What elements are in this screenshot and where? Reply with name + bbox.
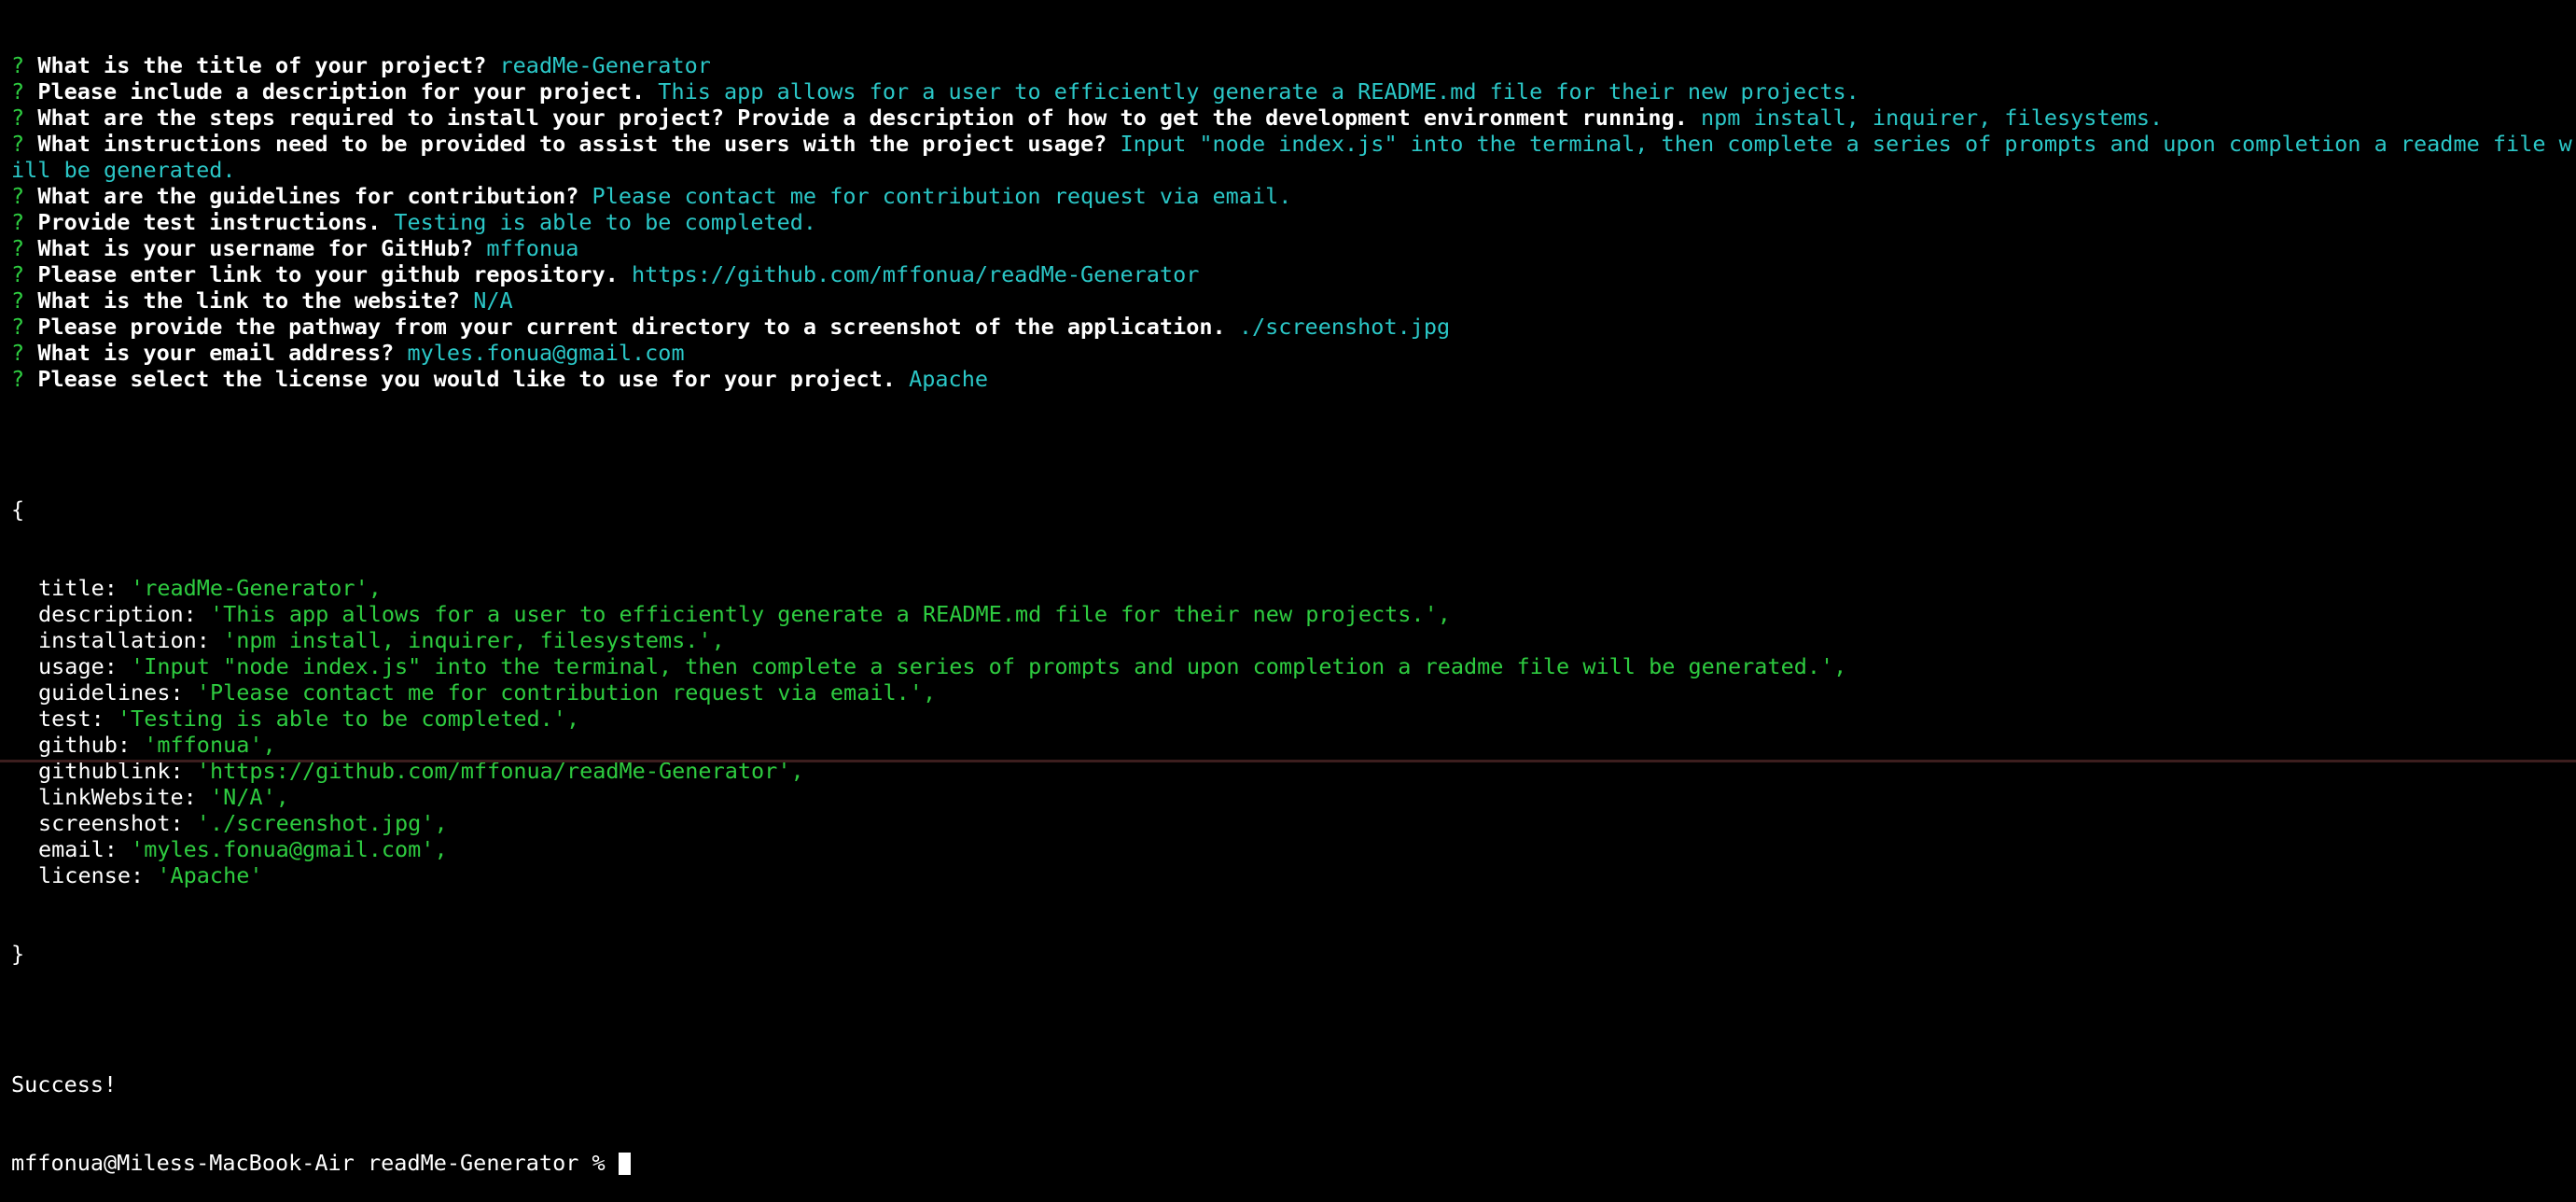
prompt-answer: ./screenshot.jpg — [1238, 314, 1451, 340]
prompt-question: Please enter link to your github reposit… — [37, 261, 619, 287]
prompt-answer: This app allows for a user to efficientl… — [658, 78, 1859, 105]
prompt-question: What are the steps required to install y… — [37, 105, 1688, 131]
prompt-line: ? What is your email address? myles.fonu… — [11, 340, 2576, 366]
object-key: description: — [38, 601, 197, 627]
object-key: github: — [38, 732, 132, 758]
object-fields: title: 'readMe-Generator', description: '… — [11, 575, 2576, 888]
question-mark-icon: ? — [11, 52, 25, 78]
object-key: title: — [38, 575, 118, 601]
prompt-answer: N/A — [473, 287, 513, 314]
question-mark-icon: ? — [11, 183, 25, 209]
prompt-line: ? Please enter link to your github repos… — [11, 261, 2576, 287]
object-value: 'myles.fonua@gmail.com', — [131, 836, 448, 862]
prompt-line: ? What is the title of your project? rea… — [11, 52, 2576, 78]
prompt-question: Please include a description for your pr… — [37, 78, 646, 105]
prompt-answer: npm install, inquirer, filesystems. — [1701, 105, 2164, 131]
shell-prompt-line[interactable]: mffonua@Miless-MacBook-Air readMe-Genera… — [11, 1150, 2576, 1176]
object-key: linkWebsite: — [38, 784, 197, 810]
object-key: installation: — [38, 627, 210, 653]
object-field: test: 'Testing is able to be completed.'… — [11, 706, 2576, 732]
object-field: description: 'This app allows for a user… — [11, 601, 2576, 627]
object-field: installation: 'npm install, inquirer, fi… — [11, 627, 2576, 653]
prompt-line: ? Please select the license you would li… — [11, 366, 2576, 392]
prompt-answer: myles.fonua@gmail.com — [407, 340, 685, 366]
prompt-list: ? What is the title of your project? rea… — [11, 52, 2576, 392]
object-field: usage: 'Input "node index.js" into the t… — [11, 653, 2576, 679]
prompt-answer: Apache — [909, 366, 988, 392]
text-cursor — [618, 1153, 631, 1175]
terminal-window[interactable]: ? What is the title of your project? rea… — [0, 0, 2576, 1176]
question-mark-icon: ? — [11, 209, 25, 235]
prompt-line: ? What is the link to the website? N/A — [11, 287, 2576, 314]
object-field: github: 'mffonua', — [11, 732, 2576, 758]
question-mark-icon: ? — [11, 131, 25, 157]
question-mark-icon: ? — [11, 235, 25, 261]
object-open-brace: { — [11, 496, 25, 523]
prompt-line: ? Please include a description for your … — [11, 78, 2576, 105]
object-value: 'This app allows for a user to efficient… — [209, 601, 1451, 627]
object-key: usage: — [38, 653, 118, 679]
output-object: { title: 'readMe-Generator', description:… — [11, 444, 2576, 1019]
object-key: email: — [38, 836, 118, 862]
prompt-line: ? Provide test instructions. Testing is … — [11, 209, 2576, 235]
object-value: 'readMe-Generator', — [131, 575, 382, 601]
shell-prompt: mffonua@Miless-MacBook-Air readMe-Genera… — [11, 1150, 619, 1176]
question-mark-icon: ? — [11, 78, 25, 105]
prompt-question: What are the guidelines for contribution… — [37, 183, 579, 209]
object-value: 'mffonua', — [144, 732, 276, 758]
object-key: license: — [38, 862, 145, 888]
status-message: Success! — [11, 1071, 118, 1097]
object-value: 'N/A', — [209, 784, 289, 810]
prompt-question: Provide test instructions. — [37, 209, 382, 235]
question-mark-icon: ? — [11, 366, 25, 392]
prompt-question: What instructions need to be provided to… — [37, 131, 1107, 157]
prompt-line: ? What are the guidelines for contributi… — [11, 183, 2576, 209]
question-mark-icon: ? — [11, 105, 25, 131]
object-field: linkWebsite: 'N/A', — [11, 784, 2576, 810]
prompt-line: ? Please provide the pathway from your c… — [11, 314, 2576, 340]
object-field: title: 'readMe-Generator', — [11, 575, 2576, 601]
prompt-answer: readMe-Generator — [499, 52, 711, 78]
prompt-answer: Testing is able to be completed. — [394, 209, 817, 235]
prompt-line: ? What is your username for GitHub? mffo… — [11, 235, 2576, 261]
prompt-question: Please select the license you would like… — [37, 366, 896, 392]
object-value: './screenshot.jpg', — [196, 810, 448, 836]
prompt-line: ? What are the steps required to install… — [11, 105, 2576, 131]
prompt-line: ? What instructions need to be provided … — [11, 131, 2576, 183]
object-field: screenshot: './screenshot.jpg', — [11, 810, 2576, 836]
object-key: guidelines: — [38, 679, 184, 706]
prompt-question: What is the link to the website? — [37, 287, 461, 314]
prompt-answer: mffonua — [486, 235, 579, 261]
object-value: 'npm install, inquirer, filesystems.', — [223, 627, 725, 653]
object-value: 'Please contact me for contribution requ… — [196, 679, 937, 706]
prompt-answer: https://github.com/mffonua/readMe-Genera… — [632, 261, 1200, 287]
question-mark-icon: ? — [11, 314, 25, 340]
object-close-brace: } — [11, 941, 25, 967]
prompt-question: What is your username for GitHub? — [37, 235, 474, 261]
object-value: 'Testing is able to be completed.', — [117, 706, 580, 732]
object-field: email: 'myles.fonua@gmail.com', — [11, 836, 2576, 862]
object-key: test: — [38, 706, 104, 732]
object-value: 'Input "node index.js" into the terminal… — [131, 653, 1847, 679]
prompt-question: Please provide the pathway from your cur… — [37, 314, 1226, 340]
prompt-answer: Please contact me for contribution reque… — [592, 183, 1292, 209]
question-mark-icon: ? — [11, 261, 25, 287]
question-mark-icon: ? — [11, 287, 25, 314]
object-field: license: 'Apache' — [11, 862, 2576, 888]
prompt-question: What is your email address? — [37, 340, 395, 366]
prompt-question: What is the title of your project? — [37, 52, 487, 78]
question-mark-icon: ? — [11, 340, 25, 366]
object-value: 'Apache' — [157, 862, 263, 888]
object-key: screenshot: — [38, 810, 184, 836]
object-field: guidelines: 'Please contact me for contr… — [11, 679, 2576, 706]
